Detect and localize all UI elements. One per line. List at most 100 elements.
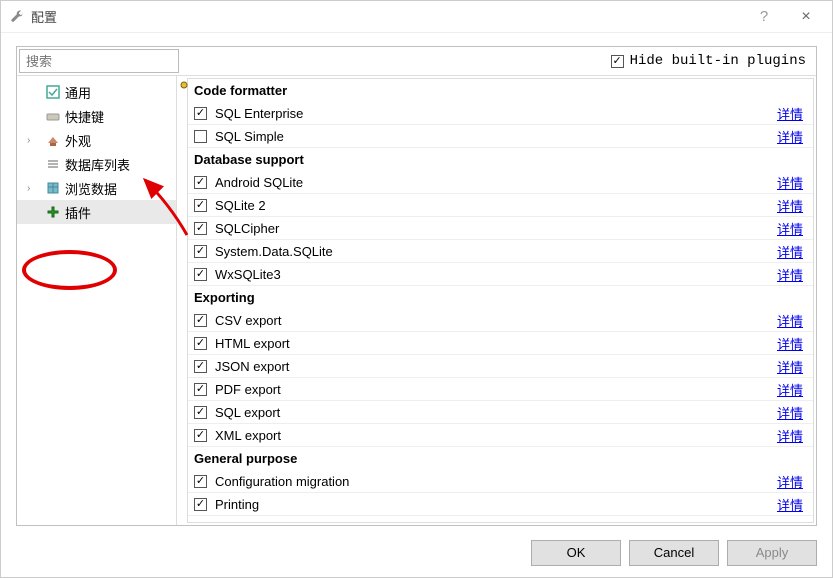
plugin-name: HTML export: [215, 336, 777, 351]
plugin-row: ✓ SQLite 2详情: [188, 194, 813, 217]
detail-link[interactable]: 详情: [777, 127, 803, 146]
search-input[interactable]: [19, 49, 179, 73]
plugin-row: ✓ Android SQLite详情: [188, 171, 813, 194]
pin-icon: [179, 78, 189, 88]
group-header: General purpose: [188, 447, 813, 470]
plugin-name: SQL export: [215, 405, 777, 420]
expander-icon: ›: [27, 183, 39, 194]
hide-builtin-label: Hide built-in plugins: [630, 53, 806, 69]
plugin-row: ✓ PDF export详情: [188, 378, 813, 401]
group-header: Exporting: [188, 286, 813, 309]
plugin-row: SQL Simple详情: [188, 125, 813, 148]
plugin-name: PDF export: [215, 382, 777, 397]
checkbox-icon[interactable]: ✓: [194, 314, 207, 327]
checkbox-icon[interactable]: ✓: [194, 222, 207, 235]
group-header: Database support: [188, 148, 813, 171]
detail-link[interactable]: 详情: [777, 403, 803, 422]
plugin-name: Configuration migration: [215, 474, 777, 489]
checkbox-icon[interactable]: ✓: [194, 383, 207, 396]
detail-link[interactable]: 详情: [777, 173, 803, 192]
wrench-icon: [9, 9, 25, 25]
checkbox-icon[interactable]: ✓: [194, 107, 207, 120]
plugin-row: ✓ WxSQLite3详情: [188, 263, 813, 286]
plugin-name: JSON export: [215, 359, 777, 374]
checkbox-icon[interactable]: ✓: [194, 199, 207, 212]
checkbox-icon[interactable]: ✓: [194, 475, 207, 488]
checkbox-icon[interactable]: ✓: [194, 498, 207, 511]
detail-link[interactable]: 详情: [777, 104, 803, 123]
content-panel: ✓ Hide built-in plugins 通用快捷键 › 外观数据库列表 › 浏览…: [16, 46, 817, 526]
detail-link[interactable]: 详情: [777, 472, 803, 491]
detail-link[interactable]: 详情: [777, 196, 803, 215]
help-button[interactable]: ?: [744, 8, 784, 25]
plugin-name: Printing: [215, 497, 777, 512]
plugin-row: ✓ CSV export详情: [188, 309, 813, 332]
plugin-name: SQLite 2: [215, 198, 777, 213]
expander-icon: ›: [27, 135, 39, 146]
plugin-name: XML export: [215, 428, 777, 443]
sidebar-item-0[interactable]: 通用: [17, 80, 176, 104]
detail-link[interactable]: 详情: [777, 265, 803, 284]
sidebar-item-3[interactable]: 数据库列表: [17, 152, 176, 176]
tree-icon: [45, 108, 61, 124]
sidebar-item-4[interactable]: › 浏览数据: [17, 176, 176, 200]
detail-link[interactable]: 详情: [777, 380, 803, 399]
sidebar-item-1[interactable]: 快捷键: [17, 104, 176, 128]
checkbox-icon[interactable]: ✓: [194, 245, 207, 258]
group-header: Importing: [188, 516, 813, 523]
detail-link[interactable]: 详情: [777, 495, 803, 514]
plugin-row: ✓ XML export详情: [188, 424, 813, 447]
plugin-row: ✓ JSON export详情: [188, 355, 813, 378]
detail-link[interactable]: 详情: [777, 426, 803, 445]
checkbox-icon[interactable]: ✓: [194, 337, 207, 350]
tree-icon: [45, 132, 61, 148]
tree-icon: [45, 84, 61, 100]
cancel-button[interactable]: Cancel: [629, 540, 719, 566]
plugin-name: SQL Enterprise: [215, 106, 777, 121]
close-button[interactable]: ×: [784, 8, 828, 26]
plugin-row: ✓ Printing详情: [188, 493, 813, 516]
main-split: 通用快捷键›外观数据库列表›浏览数据插件 Code formatter✓SQL …: [17, 75, 816, 525]
plugin-panel: Code formatter✓SQL Enterprise详情SQL Simpl…: [177, 76, 816, 525]
plugin-row: ✓ System.Data.SQLite详情: [188, 240, 813, 263]
window-title: 配置: [31, 7, 744, 26]
plugin-row: ✓ SQLCipher详情: [188, 217, 813, 240]
plugin-row: ✓ SQL Enterprise详情: [188, 102, 813, 125]
checkbox-icon[interactable]: ✓: [194, 176, 207, 189]
plugin-name: System.Data.SQLite: [215, 244, 777, 259]
sidebar: 通用快捷键 › 外观数据库列表 › 浏览数据插件: [17, 76, 177, 525]
hide-builtin-toggle[interactable]: ✓ Hide built-in plugins: [179, 47, 816, 75]
checkbox-icon[interactable]: ✓: [194, 429, 207, 442]
tree-icon: [45, 156, 61, 172]
tree-icon: [45, 180, 61, 196]
detail-link[interactable]: 详情: [777, 219, 803, 238]
plugin-row: ✓ Configuration migration详情: [188, 470, 813, 493]
sidebar-item-label: 浏览数据: [65, 179, 117, 198]
sidebar-item-label: 通用: [65, 83, 91, 102]
detail-link[interactable]: 详情: [777, 311, 803, 330]
ok-button[interactable]: OK: [531, 540, 621, 566]
tree-icon: [45, 204, 61, 220]
checkbox-icon[interactable]: ✓: [194, 268, 207, 281]
plugin-name: Android SQLite: [215, 175, 777, 190]
dialog-buttons: OK Cancel Apply: [531, 540, 817, 566]
plugin-name: SQL Simple: [215, 129, 777, 144]
sidebar-item-label: 插件: [65, 203, 91, 222]
detail-link[interactable]: 详情: [777, 357, 803, 376]
plugin-name: SQLCipher: [215, 221, 777, 236]
sidebar-item-2[interactable]: › 外观: [17, 128, 176, 152]
plugin-list[interactable]: Code formatter✓SQL Enterprise详情SQL Simpl…: [187, 78, 814, 523]
checkbox-icon[interactable]: ✓: [194, 406, 207, 419]
checkbox-icon: ✓: [611, 55, 624, 68]
apply-button: Apply: [727, 540, 817, 566]
sidebar-item-label: 快捷键: [65, 107, 104, 126]
sidebar-item-label: 外观: [65, 131, 91, 150]
detail-link[interactable]: 详情: [777, 242, 803, 261]
sidebar-item-5[interactable]: 插件: [17, 200, 176, 224]
plugin-name: CSV export: [215, 313, 777, 328]
checkbox-icon[interactable]: ✓: [194, 360, 207, 373]
detail-link[interactable]: 详情: [777, 334, 803, 353]
plugin-row: ✓ SQL export详情: [188, 401, 813, 424]
plugin-name: WxSQLite3: [215, 267, 777, 282]
checkbox-icon[interactable]: [194, 130, 207, 143]
